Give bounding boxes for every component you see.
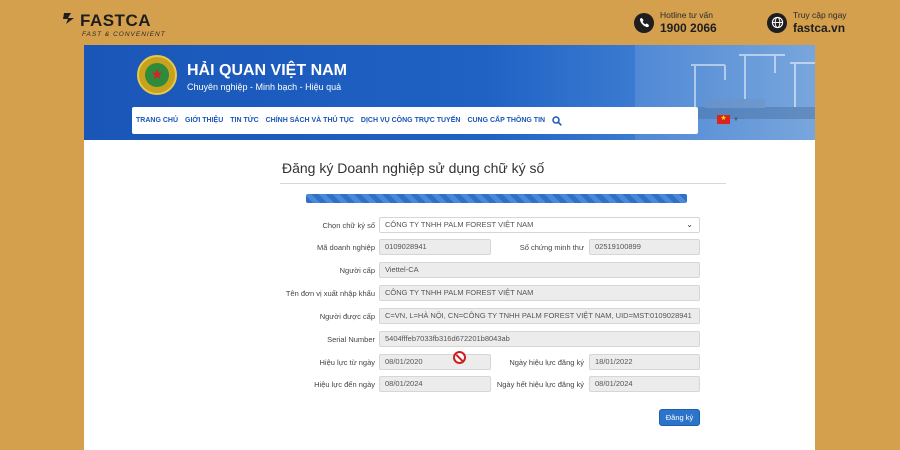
customs-emblem-icon: ★: [137, 55, 177, 95]
valid-to-field[interactable]: 08/01/2024: [379, 376, 491, 392]
signature-select[interactable]: CÔNG TY TNHH PALM FOREST VIỆT NAM ⌄: [379, 217, 700, 233]
website-contact[interactable]: Truy cập ngay fastca.vn: [767, 10, 847, 35]
hotline-contact[interactable]: Hotline tư vấn 1900 2066: [634, 10, 717, 35]
issuer-label: Người cấp: [339, 266, 375, 275]
signature-label: Chọn chữ ký số: [322, 221, 375, 230]
customs-portal-screen: ★ HẢI QUAN VIỆT NAM Chuyên nghiệp - Minh…: [84, 45, 815, 450]
importer-name-field[interactable]: CÔNG TY TNHH PALM FOREST VIỆT NAM: [379, 285, 700, 301]
valid-from-label: Hiệu lực từ ngày: [319, 358, 375, 367]
progress-bar: [306, 194, 687, 203]
fastca-mark-icon: [63, 13, 74, 24]
tax-code-field[interactable]: 0109028941: [379, 239, 491, 255]
site-motto: Chuyên nghiệp - Minh bạch - Hiệu quả: [187, 82, 342, 92]
hotline-number[interactable]: 1900 2066: [660, 21, 717, 35]
nav-online-services[interactable]: DỊCH VỤ CÔNG TRỰC TUYẾN: [361, 117, 461, 124]
subject-label: Người được cấp: [319, 312, 375, 321]
id-number-field[interactable]: 02519100899: [589, 239, 700, 255]
id-number-label: Số chứng minh thư: [519, 243, 584, 252]
brand-tagline: FAST & CONVENIENT: [82, 31, 166, 38]
reg-valid-to-field[interactable]: 08/01/2024: [589, 376, 700, 392]
access-label: Truy cập ngay: [793, 10, 847, 20]
search-icon[interactable]: [552, 115, 562, 126]
website-link[interactable]: fastca.vn: [793, 21, 847, 35]
nav-news[interactable]: TIN TỨC: [230, 117, 258, 124]
chevron-down-icon: ⌄: [686, 220, 693, 229]
nav-information[interactable]: CUNG CẤP THÔNG TIN: [467, 117, 545, 124]
tax-code-label: Mã doanh nghiệp: [317, 243, 375, 252]
main-nav: TRANG CHỦ GIỚI THIỆU TIN TỨC CHÍNH SÁCH …: [132, 107, 739, 134]
site-banner: ★ HẢI QUAN VIỆT NAM Chuyên nghiệp - Minh…: [84, 45, 815, 140]
reg-valid-from-field[interactable]: 18/01/2022: [589, 354, 700, 370]
vietnam-flag-icon: ★: [717, 115, 730, 124]
hotline-label: Hotline tư vấn: [660, 10, 713, 20]
language-selector[interactable]: ★ ▼: [717, 115, 739, 124]
nav-about[interactable]: GIỚI THIỆU: [185, 117, 223, 124]
nav-home[interactable]: TRANG CHỦ: [136, 117, 178, 124]
globe-icon: [767, 12, 787, 33]
reg-valid-to-label: Ngày hết hiệu lực đăng ký: [496, 380, 584, 389]
phone-icon: [634, 12, 654, 33]
site-name: HẢI QUAN VIỆT NAM: [187, 62, 347, 79]
register-button[interactable]: Đăng ký: [659, 409, 700, 426]
brand-name: FASTCA: [80, 11, 151, 30]
subject-field[interactable]: C=VN, L=HÀ NỘI, CN=CÔNG TY TNHH PALM FOR…: [379, 308, 700, 324]
importer-name-label: Tên đơn vị xuất nhập khẩu: [285, 289, 375, 298]
signature-value: CÔNG TY TNHH PALM FOREST VIỆT NAM: [385, 220, 534, 229]
issuer-field[interactable]: Viettel-CA: [379, 262, 700, 278]
serial-field[interactable]: 5404fffeb7033fb316d672201b8043ab: [379, 331, 700, 347]
serial-label: Serial Number: [327, 335, 375, 344]
chevron-down-icon: ▼: [733, 116, 739, 123]
valid-to-label: Hiệu lực đến ngày: [314, 380, 375, 389]
reg-valid-from-label: Ngày hiệu lực đăng ký: [509, 358, 584, 367]
not-allowed-cursor-icon: [453, 351, 466, 364]
nav-policy[interactable]: CHÍNH SÁCH VÀ THỦ TỤC: [266, 117, 354, 124]
page-title: Đăng ký Doanh nghiệp sử dụng chữ ký số: [282, 160, 545, 176]
title-divider: [280, 183, 726, 184]
valid-from-field[interactable]: 08/01/2020: [379, 354, 491, 370]
